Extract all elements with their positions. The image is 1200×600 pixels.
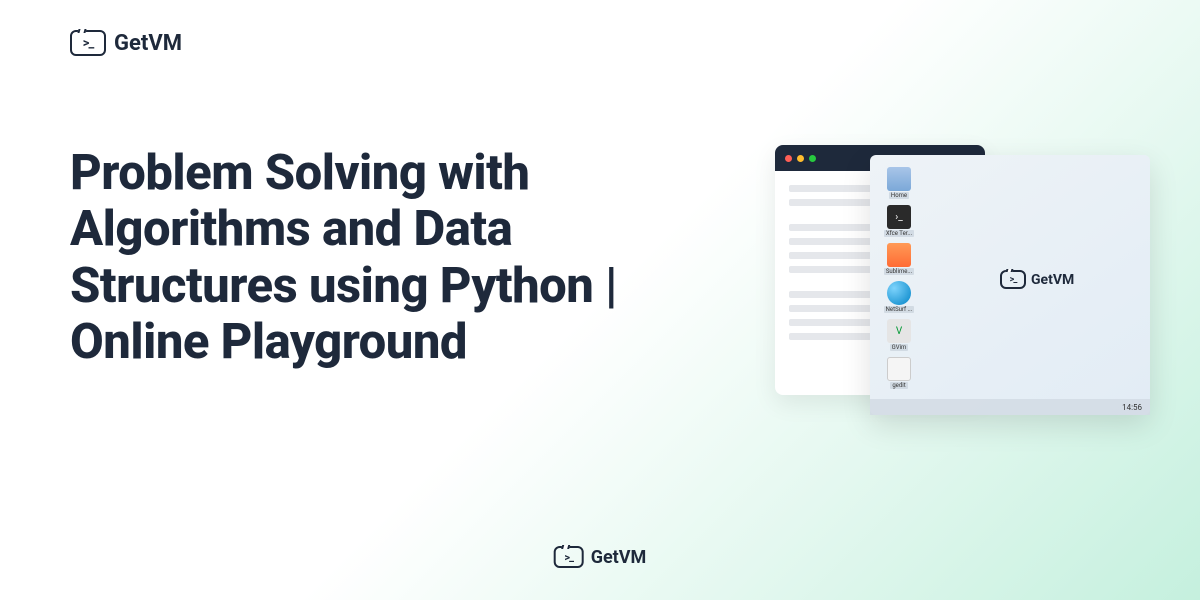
desktop-icon-terminal: ›_ Xfce Ter...: [882, 205, 916, 237]
text-editor-icon: [887, 357, 911, 381]
vim-icon: V: [887, 319, 911, 343]
taskbar: 14:56: [870, 399, 1150, 415]
desktop-icon-gedit: gedit: [882, 357, 916, 389]
minimize-icon: [797, 155, 804, 162]
skeleton-line: [789, 185, 880, 192]
globe-icon: [887, 281, 911, 305]
vm-desktop-mockup: Home ›_ Xfce Ter... Sublime... NetSurf .…: [870, 155, 1150, 415]
desktop-icon-gvim: V GVim: [882, 319, 916, 351]
close-icon: [785, 155, 792, 162]
brand-logo-bottom: GetVM: [554, 546, 647, 568]
terminal-icon: [1000, 270, 1026, 289]
brand-name: GetVM: [114, 31, 182, 56]
icon-label: Sublime...: [884, 268, 914, 275]
desktop-icon-netsurf: NetSurf ...: [882, 281, 916, 313]
icon-label: gedit: [890, 382, 907, 389]
desktop-icons-column: Home ›_ Xfce Ter... Sublime... NetSurf .…: [882, 167, 916, 389]
brand-name: GetVM: [591, 547, 647, 568]
page-title: Problem Solving with Algorithms and Data…: [70, 145, 690, 370]
brand-logo-top: GetVM: [70, 30, 182, 56]
terminal-icon: ›_: [887, 205, 911, 229]
icon-label: NetSurf ...: [884, 306, 915, 313]
folder-icon: [887, 167, 911, 191]
icon-label: GVim: [890, 344, 909, 351]
vm-brand-logo: GetVM: [1000, 270, 1074, 289]
vm-brand-name: GetVM: [1031, 272, 1074, 288]
terminal-icon: [70, 30, 106, 56]
desktop-icon-sublime: Sublime...: [882, 243, 916, 275]
editor-icon: [887, 243, 911, 267]
hero-illustration: Home ›_ Xfce Ter... Sublime... NetSurf .…: [775, 145, 1145, 420]
icon-label: Xfce Ter...: [884, 230, 914, 237]
desktop-icon-home: Home: [882, 167, 916, 199]
terminal-icon: [554, 546, 584, 568]
icon-label: Home: [889, 192, 909, 199]
maximize-icon: [809, 155, 816, 162]
skeleton-line: [789, 333, 880, 340]
clock: 14:56: [1122, 403, 1142, 412]
